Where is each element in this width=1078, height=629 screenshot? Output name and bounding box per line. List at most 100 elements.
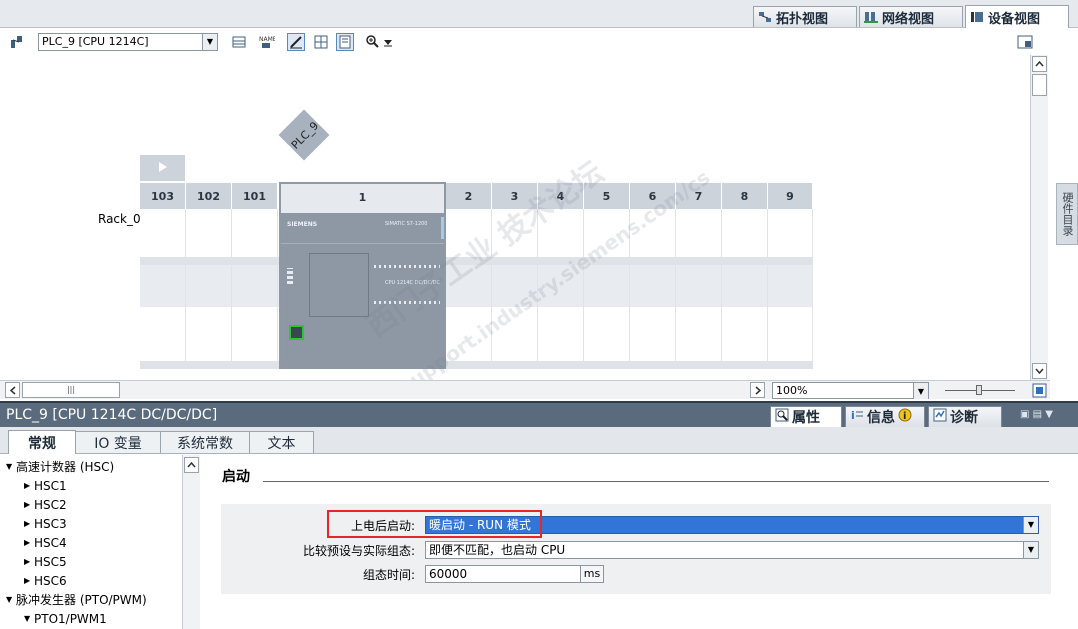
collapsed-icon: ▶ bbox=[24, 500, 31, 509]
chevron-down-icon[interactable]: ▼ bbox=[913, 383, 928, 399]
tab-properties[interactable]: 属性 bbox=[770, 406, 842, 428]
grid-icon[interactable] bbox=[312, 33, 330, 51]
hardware-catalog-side-tab[interactable]: 硬件目录 bbox=[1056, 183, 1078, 245]
tab-texts[interactable]: 文本 bbox=[249, 431, 314, 453]
page-break-icon[interactable] bbox=[336, 33, 354, 51]
rack-slot[interactable] bbox=[232, 209, 278, 369]
highlight-box bbox=[327, 510, 542, 538]
tree-item-label: 脉冲发生器 (PTO/PWM) bbox=[16, 593, 147, 607]
rack-slot[interactable] bbox=[584, 209, 630, 369]
cpu-model: SIMATIC S7-1200 bbox=[385, 221, 428, 227]
device-overview-icon[interactable] bbox=[230, 33, 248, 51]
chevron-up-icon[interactable] bbox=[1032, 56, 1047, 72]
slot-header[interactable]: 4 bbox=[538, 183, 584, 209]
config-time-label: 组态时间: bbox=[362, 568, 415, 582]
tab-label: 拓扑视图 bbox=[776, 11, 829, 27]
profinet-port-icon[interactable] bbox=[289, 325, 304, 340]
zoom-select[interactable]: 100% ▼ bbox=[772, 382, 929, 399]
device-select-value: PLC_9 [CPU 1214C] bbox=[42, 35, 149, 48]
canvas-vertical-scrollbar[interactable] bbox=[1030, 55, 1048, 381]
chevron-down-icon[interactable]: ▼ bbox=[1023, 542, 1038, 558]
slot-header[interactable]: 7 bbox=[676, 183, 722, 209]
tree-item-label: HSC6 bbox=[34, 573, 67, 588]
tree-item-hsc1[interactable]: ▶ HSC1 bbox=[0, 476, 67, 495]
device-canvas[interactable]: PLC_9 Rack_0 103 102 101 2 3 4 5 6 7 8 9… bbox=[3, 55, 1029, 381]
inspector-header: PLC_9 [CPU 1214C DC/DC/DC] 属性 i 信息 i 诊断 … bbox=[0, 401, 1078, 428]
tree-item-label: HSC5 bbox=[34, 554, 67, 569]
rack-slot[interactable] bbox=[186, 209, 232, 369]
tab-info[interactable]: i 信息 i bbox=[845, 406, 925, 428]
tab-network-view[interactable]: 网络视图 bbox=[859, 6, 963, 27]
tree-scrollbar[interactable] bbox=[182, 455, 200, 629]
tree-item-hsc6[interactable]: ▶ HSC6 bbox=[0, 571, 67, 590]
layout-icon[interactable] bbox=[1016, 33, 1034, 51]
config-time-unit: ms bbox=[580, 565, 604, 583]
window-controls-icon[interactable]: ▣ ▤ ▼ bbox=[1020, 409, 1070, 423]
rack-slot[interactable] bbox=[630, 209, 676, 369]
properties-tree: ▼ 高速计数器 (HSC) ▶ HSC1 ▶ HSC2 ▶ HSC3 ▶ HSC4 ▶ HS… bbox=[0, 455, 200, 629]
slot-header[interactable]: 3 bbox=[492, 183, 538, 209]
cpu-module[interactable]: SIEMENS SIMATIC S7-1200 CPU 1214C DC/DC/… bbox=[281, 213, 444, 367]
rack-slot[interactable] bbox=[676, 209, 722, 369]
tree-item-hsc4[interactable]: ▶ HSC4 bbox=[0, 533, 67, 552]
tree-item-label: HSC1 bbox=[34, 478, 67, 493]
chevron-right-icon[interactable] bbox=[750, 382, 765, 398]
rack-slot[interactable] bbox=[140, 209, 186, 369]
rack-slot[interactable] bbox=[722, 209, 768, 369]
tab-system-constants[interactable]: 系统常数 bbox=[160, 431, 250, 453]
device-icon bbox=[970, 11, 984, 23]
show-name-icon[interactable]: NAME bbox=[258, 33, 276, 51]
io-led-row bbox=[374, 301, 440, 304]
tree-item-pto-pwm[interactable]: ▼ 脉冲发生器 (PTO/PWM) bbox=[0, 590, 147, 609]
chevron-down-icon[interactable]: ▼ bbox=[1023, 517, 1038, 533]
tab-label: 网络视图 bbox=[882, 11, 935, 27]
tab-io-tags[interactable]: IO 变量 bbox=[75, 431, 161, 453]
svg-text:NAME: NAME bbox=[259, 36, 275, 43]
zoom-icon[interactable] bbox=[364, 33, 382, 51]
expanded-icon: ▼ bbox=[6, 595, 13, 604]
tree-item-hsc[interactable]: ▼ 高速计数器 (HSC) bbox=[0, 457, 114, 476]
properties-icon bbox=[775, 408, 789, 426]
zoom-value: 100% bbox=[776, 384, 808, 397]
zoom-dropdown-icon[interactable] bbox=[382, 33, 394, 51]
slot-header[interactable]: 8 bbox=[722, 183, 768, 209]
rack-slot[interactable] bbox=[446, 209, 492, 369]
slot-header[interactable]: 101 bbox=[232, 183, 278, 209]
cpu-type: CPU 1214C DC/DC/DC bbox=[385, 280, 440, 286]
tree-item-hsc5[interactable]: ▶ HSC5 bbox=[0, 552, 67, 571]
compare-config-select[interactable]: 即便不匹配，也启动 CPU ▼ bbox=[425, 541, 1039, 559]
divider bbox=[263, 481, 1049, 482]
horizontal-scroll-thumb[interactable]: ||| bbox=[22, 382, 120, 398]
chevron-down-icon[interactable] bbox=[1032, 363, 1047, 379]
chevron-down-icon[interactable]: ▼ bbox=[202, 34, 217, 50]
zoom-slider-thumb[interactable] bbox=[976, 385, 982, 395]
slot-header[interactable]: 6 bbox=[630, 183, 676, 209]
cpu-brand: SIEMENS bbox=[287, 221, 318, 228]
tree-item-hsc2[interactable]: ▶ HSC2 bbox=[0, 495, 67, 514]
tab-topology-view[interactable]: 拓扑视图 bbox=[753, 6, 857, 27]
slot-header[interactable]: 103 bbox=[140, 183, 186, 209]
chevron-up-icon[interactable] bbox=[184, 457, 199, 473]
config-time-input[interactable]: 60000 bbox=[425, 565, 581, 583]
rack-slot[interactable] bbox=[492, 209, 538, 369]
overview-nav-icon[interactable] bbox=[1032, 383, 1047, 398]
scroll-thumb[interactable] bbox=[1032, 74, 1047, 96]
slot-header[interactable]: 2 bbox=[446, 183, 492, 209]
inspector-subtabs: 常规 IO 变量 系统常数 文本 bbox=[0, 427, 1078, 454]
tree-item-hsc3[interactable]: ▶ HSC3 bbox=[0, 514, 67, 533]
device-select[interactable]: PLC_9 [CPU 1214C] ▼ bbox=[38, 33, 218, 51]
pen-icon[interactable] bbox=[287, 33, 305, 51]
rack-slot[interactable] bbox=[538, 209, 584, 369]
rack-slot[interactable] bbox=[768, 209, 813, 369]
chevron-left-icon[interactable] bbox=[5, 382, 20, 398]
slot-header[interactable]: 102 bbox=[186, 183, 232, 209]
slot-header[interactable]: 5 bbox=[584, 183, 630, 209]
config-time-value: 60000 bbox=[429, 567, 468, 581]
expand-rack-button[interactable] bbox=[140, 155, 185, 181]
tab-diagnostics[interactable]: 诊断 bbox=[928, 406, 1002, 428]
network-connect-icon[interactable] bbox=[8, 33, 26, 51]
slot-header[interactable]: 9 bbox=[768, 183, 813, 209]
tree-item-pto1-pwm1[interactable]: ▼ PTO1/PWM1 bbox=[0, 609, 107, 628]
tab-device-view[interactable]: 设备视图 bbox=[965, 5, 1069, 28]
tab-general[interactable]: 常规 bbox=[8, 430, 76, 454]
